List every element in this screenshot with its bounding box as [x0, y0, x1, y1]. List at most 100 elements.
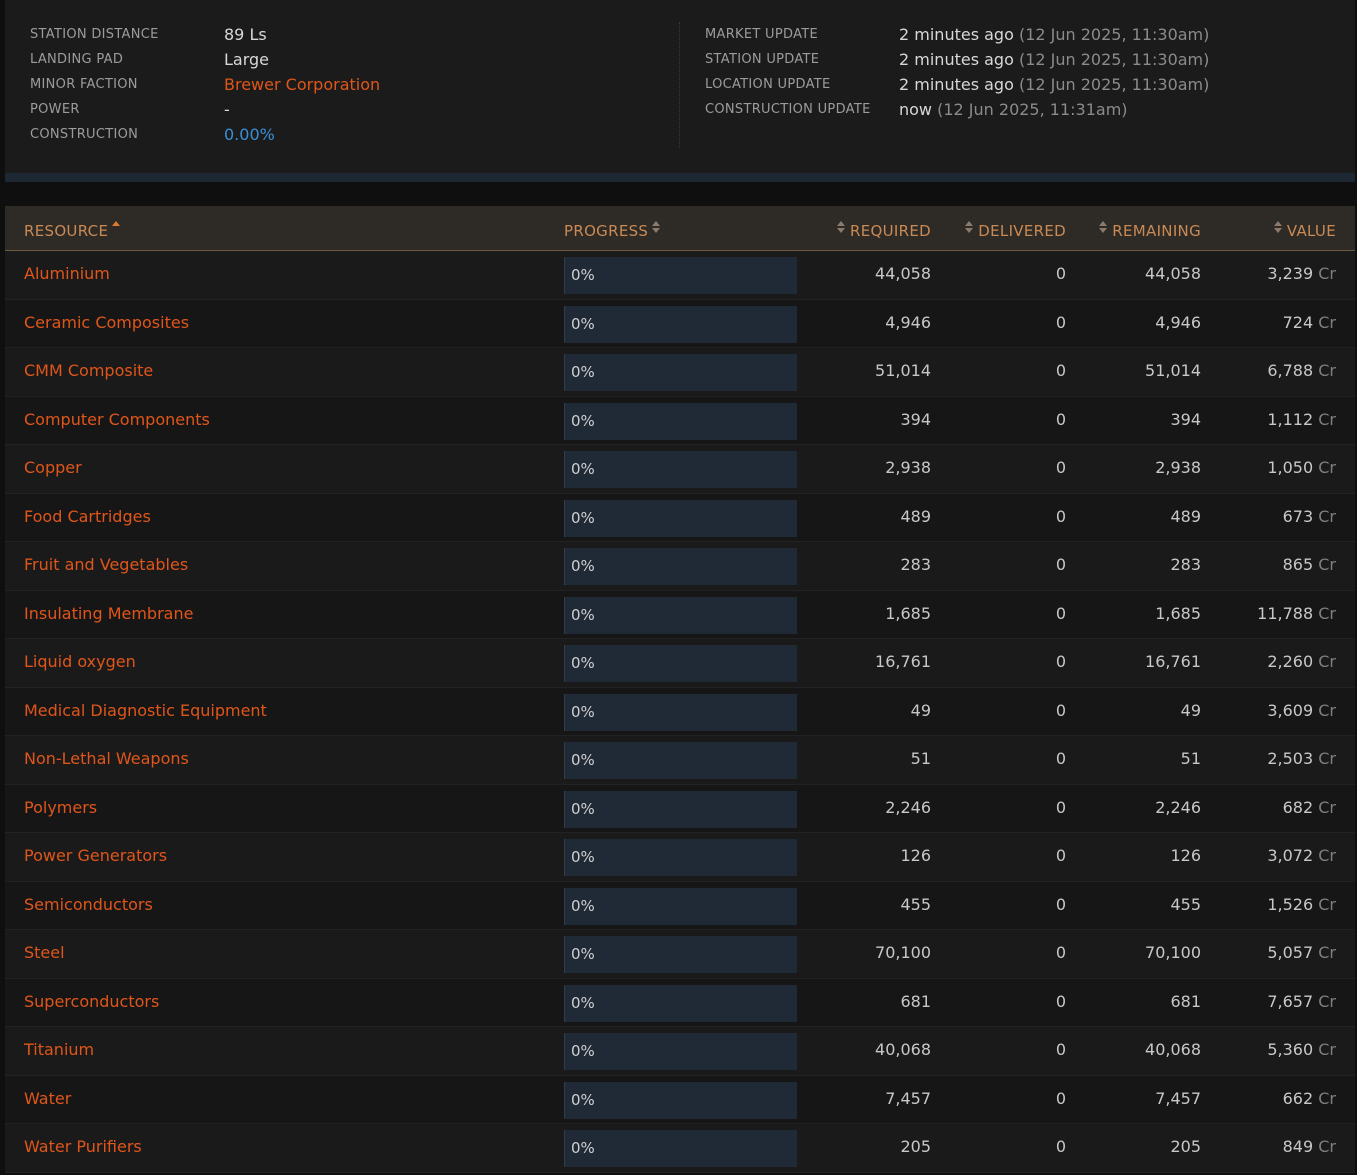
- table-row: Non-Lethal Weapons 0% 51 0 51 2,503 Cr: [5, 736, 1355, 785]
- sort-icon: [652, 220, 661, 235]
- progress-bar: 0%: [564, 402, 797, 440]
- value-number: 2,503: [1267, 749, 1314, 768]
- column-header-required-label: REQUIRED: [850, 222, 931, 240]
- resource-link[interactable]: Titanium: [24, 1027, 94, 1075]
- delivered-amount: 0: [1055, 312, 1066, 332]
- value-amount: 1,526 Cr: [1267, 882, 1336, 930]
- delivered-amount: 0: [1055, 894, 1066, 914]
- currency-unit: Cr: [1318, 264, 1336, 283]
- value-number: 3,072: [1267, 846, 1314, 865]
- delivered-amount: 0: [1055, 506, 1066, 526]
- value-number: 5,057: [1267, 943, 1314, 962]
- progress-percent: 0%: [571, 993, 595, 1012]
- value-amount: 3,239 Cr: [1267, 251, 1336, 299]
- info-value-timestamp: (12 Jun 2025, 11:31am): [937, 100, 1128, 119]
- resource-link[interactable]: Fruit and Vegetables: [24, 542, 188, 590]
- info-value: 2 minutes ago (12 Jun 2025, 11:30am): [899, 75, 1209, 94]
- currency-unit: Cr: [1318, 312, 1336, 332]
- resource-link[interactable]: Ceramic Composites: [24, 300, 189, 348]
- column-header-progress-label: PROGRESS: [564, 222, 649, 240]
- station-details: STATION DISTANCE 89 Ls LANDING PAD Large MIN…: [30, 22, 380, 147]
- value-amount: 682 Cr: [1283, 785, 1336, 833]
- progress-percent: 0%: [571, 896, 595, 915]
- resource-link[interactable]: CMM Composite: [24, 348, 153, 396]
- resource-link[interactable]: Food Cartridges: [24, 494, 151, 542]
- currency-unit: Cr: [1318, 846, 1336, 865]
- table-row: Insulating Membrane 0% 1,685 0 1,685 11,788 C…: [5, 590, 1355, 639]
- value-amount: 724 Cr: [1283, 300, 1336, 348]
- currency-unit: Cr: [1318, 458, 1336, 477]
- table-row: Ceramic Composites 0% 4,946 0 4,946 724 Cr: [5, 299, 1355, 348]
- sort-icon: [1273, 220, 1283, 235]
- value-amount: 865 Cr: [1283, 542, 1336, 590]
- required-amount: 126: [900, 846, 931, 865]
- remaining-amount: 205: [1170, 1137, 1201, 1156]
- progress-percent: 0%: [571, 1090, 595, 1109]
- value-number: 5,360: [1267, 1040, 1314, 1059]
- delivered-amount: 0: [1055, 846, 1066, 865]
- resource-link[interactable]: Insulating Membrane: [24, 591, 193, 639]
- delivered-amount: 0: [1055, 652, 1066, 671]
- remaining-amount: 283: [1170, 555, 1201, 574]
- resource-link[interactable]: Water: [24, 1076, 71, 1124]
- delivered-amount: 0: [1055, 1088, 1066, 1108]
- info-value-text: Brewer Corporation: [224, 75, 381, 94]
- resource-link[interactable]: Steel: [24, 930, 65, 978]
- info-label: CONSTRUCTION: [30, 127, 139, 142]
- column-header-remaining[interactable]: REMAINING: [1095, 206, 1201, 250]
- value-number: 673: [1282, 506, 1314, 526]
- info-label: LOCATION UPDATE: [705, 77, 831, 92]
- resource-link[interactable]: Computer Components: [24, 397, 210, 445]
- info-value-text: Large: [224, 50, 270, 69]
- required-amount: 7,457: [885, 1088, 931, 1108]
- progress-bar: 0%: [564, 790, 797, 828]
- currency-unit: Cr: [1318, 361, 1336, 380]
- table-row: Copper 0% 2,938 0 2,938 1,050 Cr: [5, 445, 1355, 494]
- resource-link[interactable]: Water Purifiers: [24, 1124, 142, 1172]
- progress-percent: 0%: [571, 1139, 595, 1157]
- column-header-progress[interactable]: PROGRESS: [564, 206, 665, 250]
- table-row: Polymers 0% 2,246 0 2,246 682 Cr: [5, 784, 1355, 833]
- resource-link[interactable]: Aluminium: [24, 251, 110, 299]
- column-header-delivered[interactable]: DELIVERED: [961, 206, 1066, 250]
- sort-icon: [837, 220, 846, 235]
- progress-percent: 0%: [571, 363, 595, 381]
- required-amount: 394: [900, 409, 931, 429]
- info-value-text: now: [899, 100, 933, 119]
- delivered-amount: 0: [1055, 1137, 1066, 1156]
- progress-bar: 0%: [564, 936, 797, 973]
- column-header-required[interactable]: REQUIRED: [833, 206, 931, 250]
- info-value: -: [224, 100, 230, 119]
- resource-link[interactable]: Medical Diagnostic Equipment: [24, 688, 267, 736]
- info-value: 0.00%: [224, 125, 275, 144]
- value-number: 3,609: [1267, 700, 1314, 720]
- info-value-timestamp: (12 Jun 2025, 11:30am): [1018, 75, 1210, 94]
- info-row: CONSTRUCTION 0.00%: [30, 122, 380, 147]
- resource-link[interactable]: Liquid oxygen: [24, 639, 136, 687]
- progress-percent: 0%: [571, 314, 595, 333]
- resource-link[interactable]: Non-Lethal Weapons: [24, 736, 189, 784]
- value-amount: 673 Cr: [1283, 494, 1336, 542]
- value-number: 3,239: [1267, 264, 1314, 283]
- resource-link[interactable]: Superconductors: [24, 979, 159, 1027]
- table-row: Liquid oxygen 0% 16,761 0 16,761 2,260 Cr: [5, 639, 1355, 688]
- resource-link[interactable]: Copper: [24, 445, 82, 493]
- resource-link[interactable]: Polymers: [24, 785, 97, 833]
- resource-link[interactable]: Power Generators: [24, 833, 167, 881]
- info-value: 89 Ls: [224, 25, 267, 44]
- required-amount: 455: [900, 894, 931, 914]
- value-number: 865: [1282, 555, 1314, 574]
- progress-bar: 0%: [564, 1130, 797, 1167]
- minor-faction-link[interactable]: Brewer Corporation: [224, 75, 380, 94]
- currency-unit: Cr: [1318, 991, 1336, 1011]
- currency-unit: Cr: [1318, 894, 1336, 914]
- construction-resources-table: RESOURCE PROGRESS REQUIRED DELIVERED REM…: [5, 206, 1355, 1173]
- info-label: LANDING PAD: [30, 52, 124, 67]
- info-row: MARKET UPDATE 2 minutes ago (12 Jun 2025,…: [705, 22, 1209, 47]
- column-header-resource[interactable]: RESOURCE: [24, 206, 125, 250]
- info-value: 2 minutes ago (12 Jun 2025, 11:30am): [899, 50, 1209, 69]
- info-value-timestamp: (12 Jun 2025, 11:30am): [1018, 50, 1210, 69]
- resource-link[interactable]: Semiconductors: [24, 882, 153, 930]
- column-header-value[interactable]: VALUE: [1270, 206, 1336, 250]
- progress-percent: 0%: [571, 411, 595, 430]
